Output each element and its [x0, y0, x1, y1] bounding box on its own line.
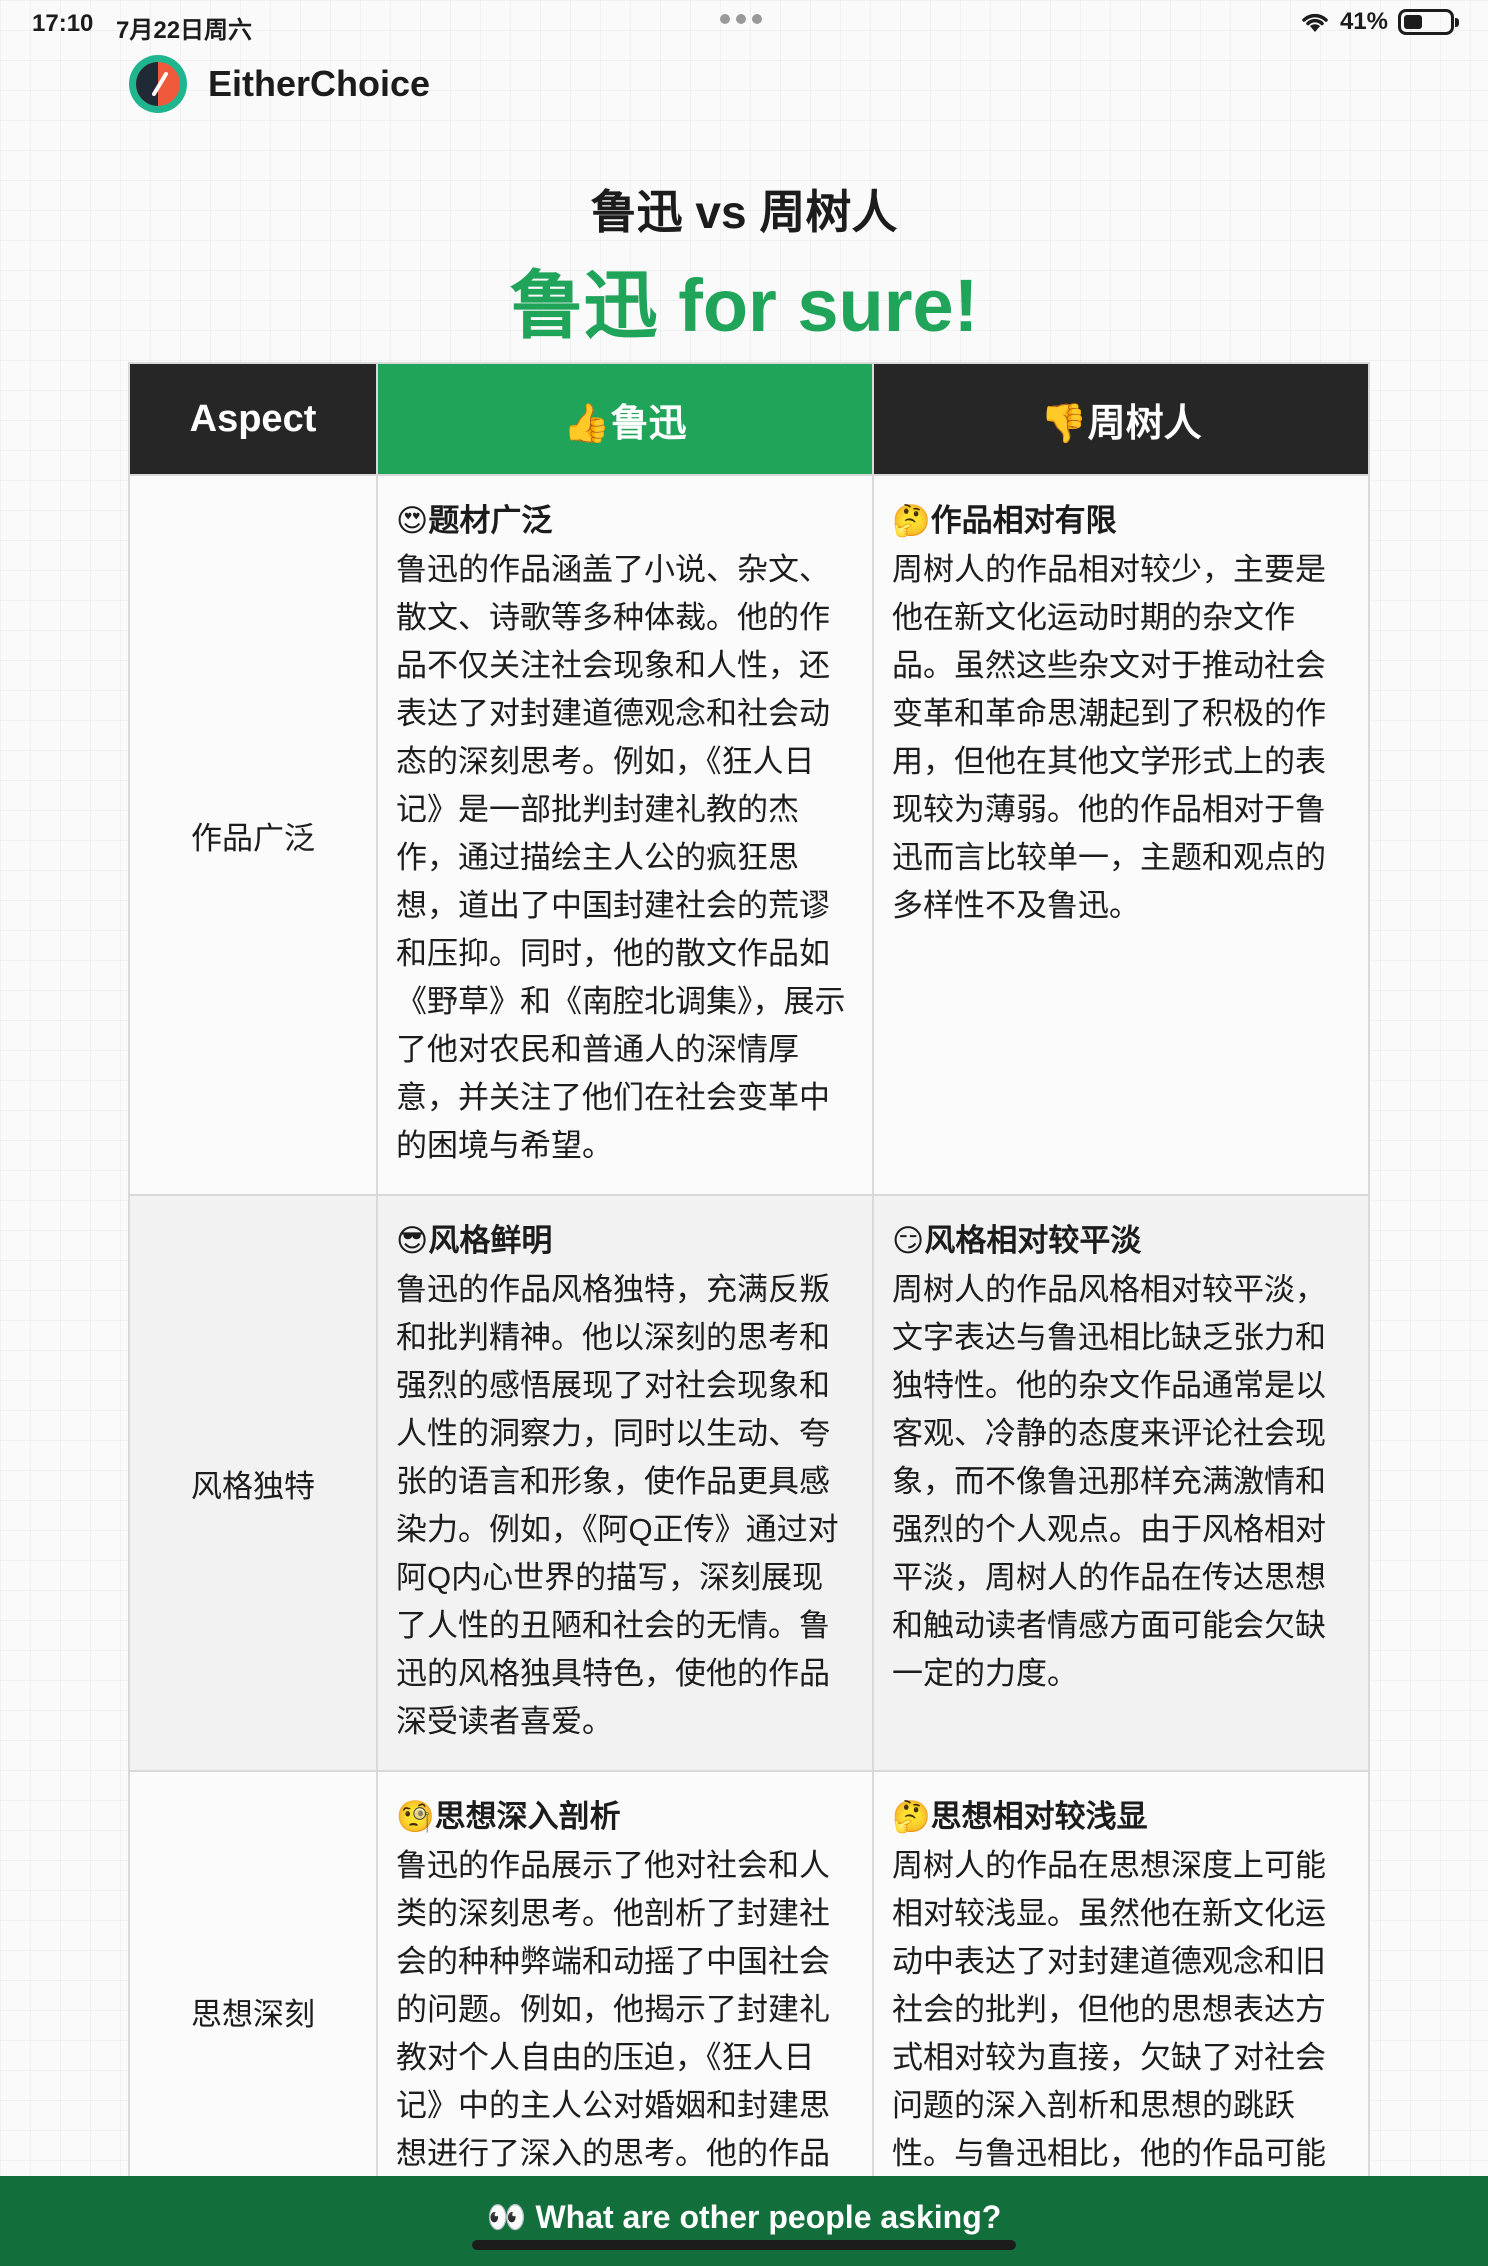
header-winner: 👍鲁迅 — [376, 362, 874, 476]
loser-point-title: 🤔思想相对较浅显 — [892, 1799, 1148, 1834]
status-time: 17:10 — [32, 10, 94, 37]
winner-point-text: 鲁迅的作品风格独特，充满反叛和批判精神。他以深刻的思考和强烈的感悟展现了对社会现… — [396, 1272, 839, 1739]
brand-name: EitherChoice — [208, 63, 431, 104]
winner-point-title: 🧐思想深入剖析 — [396, 1799, 621, 1834]
verdict-title: 鲁迅 for sure! — [509, 264, 979, 347]
loser-point-text: 周树人的作品风格相对较平淡，文字表达与鲁迅相比缺乏张力和独特性。他的杂文作品通常… — [892, 1272, 1326, 1691]
comparison-heading: 鲁迅 vs 周树人 — [590, 186, 898, 238]
home-indicator[interactable] — [472, 2240, 1016, 2250]
aspect-label: 风格独特 — [128, 1194, 378, 1772]
status-date: 7月22日周六 — [116, 17, 253, 44]
other-questions-bar[interactable]: 👀 What are other people asking? — [0, 2176, 1488, 2266]
winner-point-text: 鲁迅的作品涵盖了小说、杂文、散文、诗歌等多种体裁。他的作品不仅关注社会现象和人性… — [396, 552, 846, 1163]
header-aspect: Aspect — [128, 362, 378, 476]
comparison-table: Aspect 👍鲁迅 👎周树人 作品广泛 😍题材广泛 鲁迅的作品涵盖了小说、杂文… — [128, 362, 1370, 2252]
header-loser: 👎周树人 — [872, 362, 1370, 476]
winner-point-text: 鲁迅的作品展示了他对社会和人类的深刻思考。他剖析了封建社会的种种弊端和动摇了中国… — [396, 1848, 830, 2219]
loser-point-title: 😏风格相对较平淡 — [892, 1223, 1142, 1258]
aspect-label: 作品广泛 — [128, 474, 378, 1196]
winner-cell: 😍题材广泛 鲁迅的作品涵盖了小说、杂文、散文、诗歌等多种体裁。他的作品不仅关注社… — [376, 474, 874, 1196]
winner-point-title: 😎风格鲜明 — [396, 1223, 553, 1258]
table-row: 作品广泛 😍题材广泛 鲁迅的作品涵盖了小说、杂文、散文、诗歌等多种体裁。他的作品… — [128, 474, 1370, 1196]
other-questions-link[interactable]: 👀 What are other people asking? — [0, 2198, 1488, 2236]
multitasking-dots-icon[interactable] — [720, 14, 762, 24]
loser-point-text: 周树人的作品在思想深度上可能相对较浅显。虽然他在新文化运动中表达了对封建道德观念… — [892, 1848, 1326, 2219]
battery-icon — [1398, 9, 1459, 35]
status-bar: 17:10 7月22日周六 41% — [0, 0, 1488, 48]
battery-percent: 41% — [1339, 8, 1388, 35]
winner-point-title: 😍题材广泛 — [396, 503, 553, 538]
loser-point-title: 🤔作品相对有限 — [892, 503, 1117, 538]
table-header-row: Aspect 👍鲁迅 👎周树人 — [128, 362, 1370, 476]
compass-logo-icon — [129, 55, 187, 113]
table-row: 风格独特 😎风格鲜明 鲁迅的作品风格独特，充满反叛和批判精神。他以深刻的思考和强… — [128, 1194, 1370, 1772]
wifi-icon — [1302, 13, 1328, 32]
loser-cell: 😏风格相对较平淡 周树人的作品风格相对较平淡，文字表达与鲁迅相比缺乏张力和独特性… — [872, 1194, 1370, 1772]
winner-cell: 😎风格鲜明 鲁迅的作品风格独特，充满反叛和批判精神。他以深刻的思考和强烈的感悟展… — [376, 1194, 874, 1772]
loser-cell: 🤔作品相对有限 周树人的作品相对较少，主要是他在新文化运动时期的杂文作品。虽然这… — [872, 474, 1370, 1196]
brand-header[interactable]: EitherChoice — [128, 54, 430, 114]
loser-point-text: 周树人的作品相对较少，主要是他在新文化运动时期的杂文作品。虽然这些杂文对于推动社… — [892, 552, 1326, 923]
